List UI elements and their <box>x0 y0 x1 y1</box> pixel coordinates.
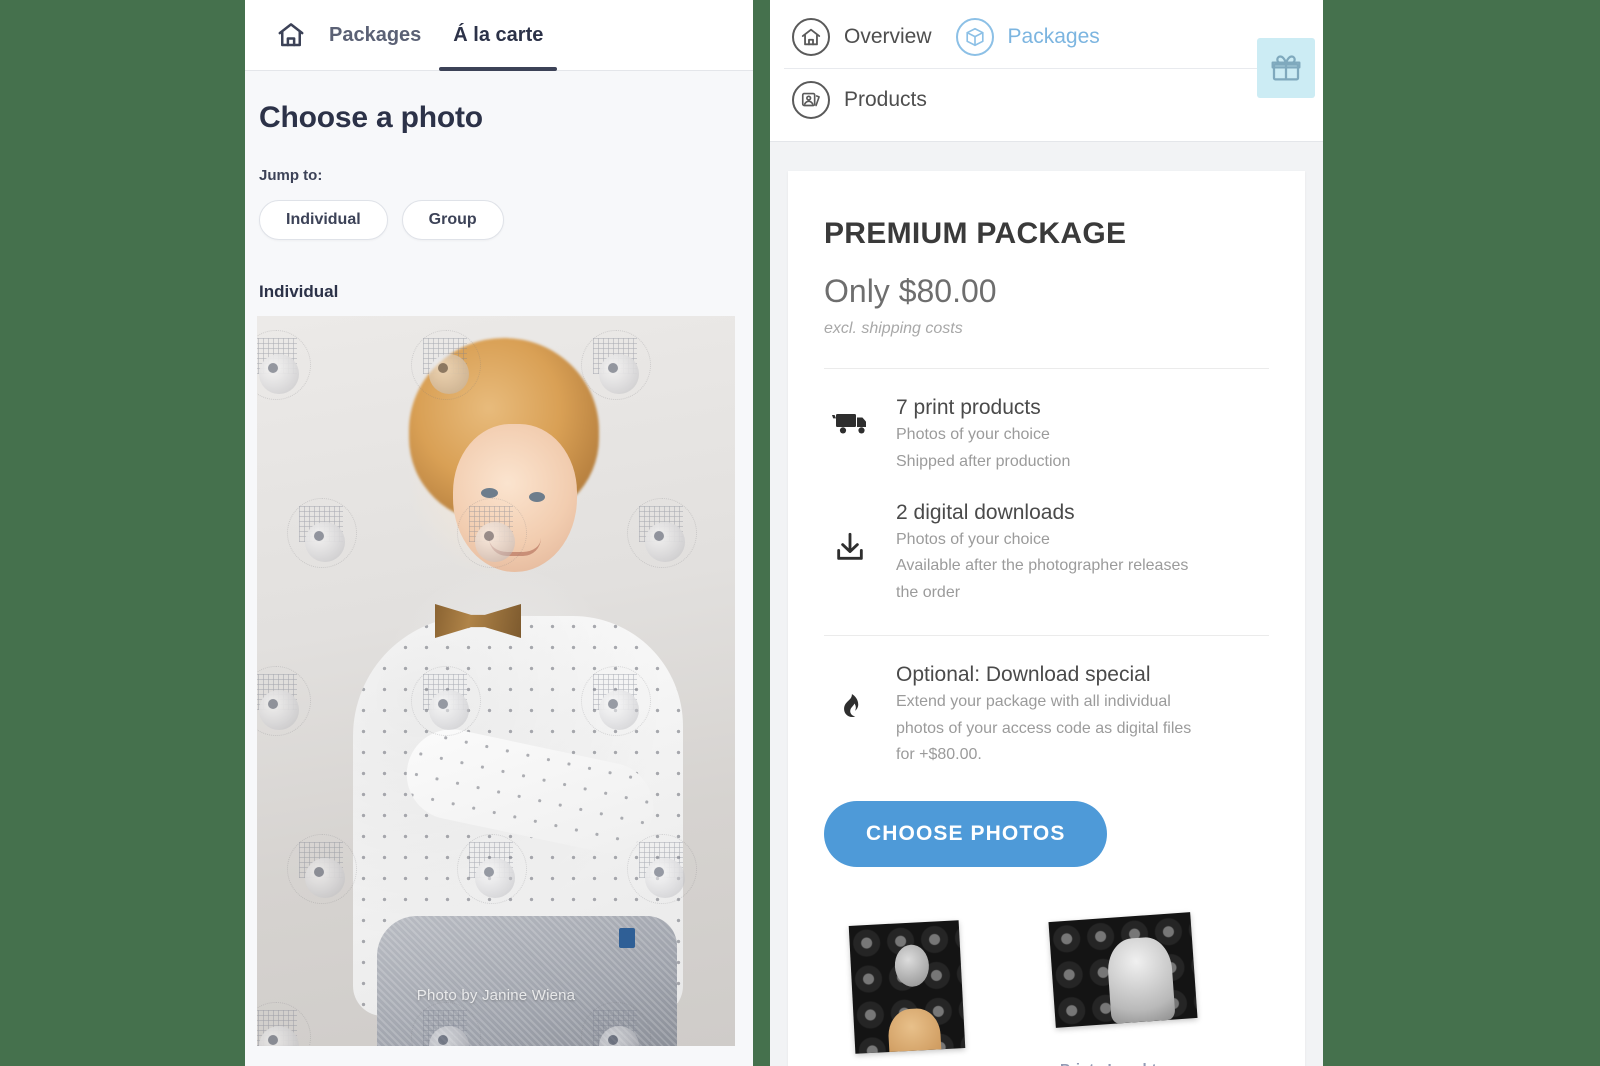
nav-item-packages-label: Packages <box>1007 25 1100 48</box>
tab-packages-label: Packages <box>329 23 422 46</box>
jump-to-label: Jump to: <box>259 167 323 184</box>
thumb-2-person <box>1105 935 1176 1025</box>
feature-download-special-line-3: for +$80.00. <box>896 745 982 763</box>
left-body: Choose a photo Jump to: Individual Group… <box>245 71 753 1046</box>
product-thumbnail-1[interactable] <box>848 920 966 1055</box>
package-price-note: excl. shipping costs <box>824 320 963 337</box>
nav-item-overview[interactable]: Overview <box>780 9 944 65</box>
tab-a-la-carte[interactable]: Á la carte <box>437 0 559 71</box>
tab-a-la-carte-label: Á la carte <box>453 23 544 46</box>
product-thumbnail-2[interactable] <box>1048 912 1198 1029</box>
product-thumbnails: Print · Leuchte <box>824 912 1269 1066</box>
feature-download-special-title: Optional: Download special <box>896 663 1151 687</box>
home-icon[interactable] <box>269 13 313 57</box>
feature-download-special-line-1: Extend your package with all individual <box>896 693 1171 711</box>
package-price: Only $80.00 <box>824 273 997 309</box>
divider-above-optional <box>824 635 1269 637</box>
nav-row-primary: Overview Packages <box>770 6 1323 68</box>
page-title: Choose a photo <box>259 101 483 134</box>
gift-icon[interactable] <box>1257 38 1315 98</box>
feature-print-products: 7 print products Photos of your choice S… <box>824 395 1269 474</box>
feature-print-products-title: 7 print products <box>896 396 1041 419</box>
photo-eye-left <box>481 488 498 498</box>
feature-digital-downloads-line-2: Available after the photographer release… <box>896 557 1189 575</box>
feature-download-special: Optional: Download special Extend your p… <box>824 662 1269 767</box>
box-circle-icon <box>955 18 994 56</box>
feature-download-special-line-2: photos of your access code as digital fi… <box>896 719 1192 737</box>
nav-item-products[interactable]: Products <box>780 72 939 128</box>
nav-item-overview-label: Overview <box>844 25 932 48</box>
nav-item-packages[interactable]: Packages <box>944 9 1112 65</box>
section-heading-individual: Individual <box>259 282 339 301</box>
feature-print-products-line-1: Photos of your choice <box>896 426 1050 444</box>
divider-above-features <box>824 368 1269 369</box>
package-card: PREMIUM PACKAGE Only $80.00 excl. shippi… <box>788 171 1305 1066</box>
feature-digital-downloads: 2 digital downloads Photos of your choic… <box>824 500 1269 605</box>
chip-group-label: Group <box>428 211 477 228</box>
nav-item-products-label: Products <box>844 88 927 111</box>
photo-thumbnail[interactable]: Photo by Janine Wiena <box>257 316 735 1046</box>
jump-to-chips: Individual Group <box>245 200 753 240</box>
right-panel: Overview Packages Products PREMIUM PACKA… <box>770 0 1323 1066</box>
feature-digital-downloads-title: 2 digital downloads <box>896 500 1075 524</box>
left-topbar: Packages Á la carte <box>245 0 753 71</box>
photo-shirt-tag <box>619 928 635 948</box>
home-circle-icon <box>792 18 830 56</box>
choose-photos-button[interactable]: CHOOSE PHOTOS <box>824 801 1108 868</box>
feature-download-special-text: Optional: Download special Extend your p… <box>896 662 1269 767</box>
photo-eye-right <box>529 492 545 502</box>
chip-individual-label: Individual <box>286 211 361 228</box>
feature-print-products-text: 7 print products Photos of your choice S… <box>896 395 1269 474</box>
left-panel: Packages Á la carte Choose a photo Jump … <box>245 0 753 1066</box>
package-title: PREMIUM PACKAGE <box>824 217 1127 250</box>
chip-individual[interactable]: Individual <box>259 200 388 240</box>
chip-group[interactable]: Group <box>401 200 504 240</box>
app-root: Packages Á la carte Choose a photo Jump … <box>0 0 1600 1066</box>
tab-packages[interactable]: Packages <box>313 0 437 71</box>
photos-circle-icon <box>792 81 830 119</box>
download-icon <box>824 500 876 564</box>
flame-icon <box>824 662 876 724</box>
feature-digital-downloads-text: 2 digital downloads Photos of your choic… <box>896 500 1269 605</box>
nav-row-secondary: Products <box>770 69 1323 131</box>
truck-icon <box>824 395 876 439</box>
right-topbar: Overview Packages Products <box>770 0 1323 142</box>
feature-digital-downloads-line-3: the order <box>896 583 961 601</box>
feature-print-products-line-2: Shipped after production <box>896 452 1071 470</box>
feature-digital-downloads-line-1: Photos of your choice <box>896 531 1050 549</box>
product-thumbnail-caption: Print · Leuchte <box>1060 1061 1165 1066</box>
